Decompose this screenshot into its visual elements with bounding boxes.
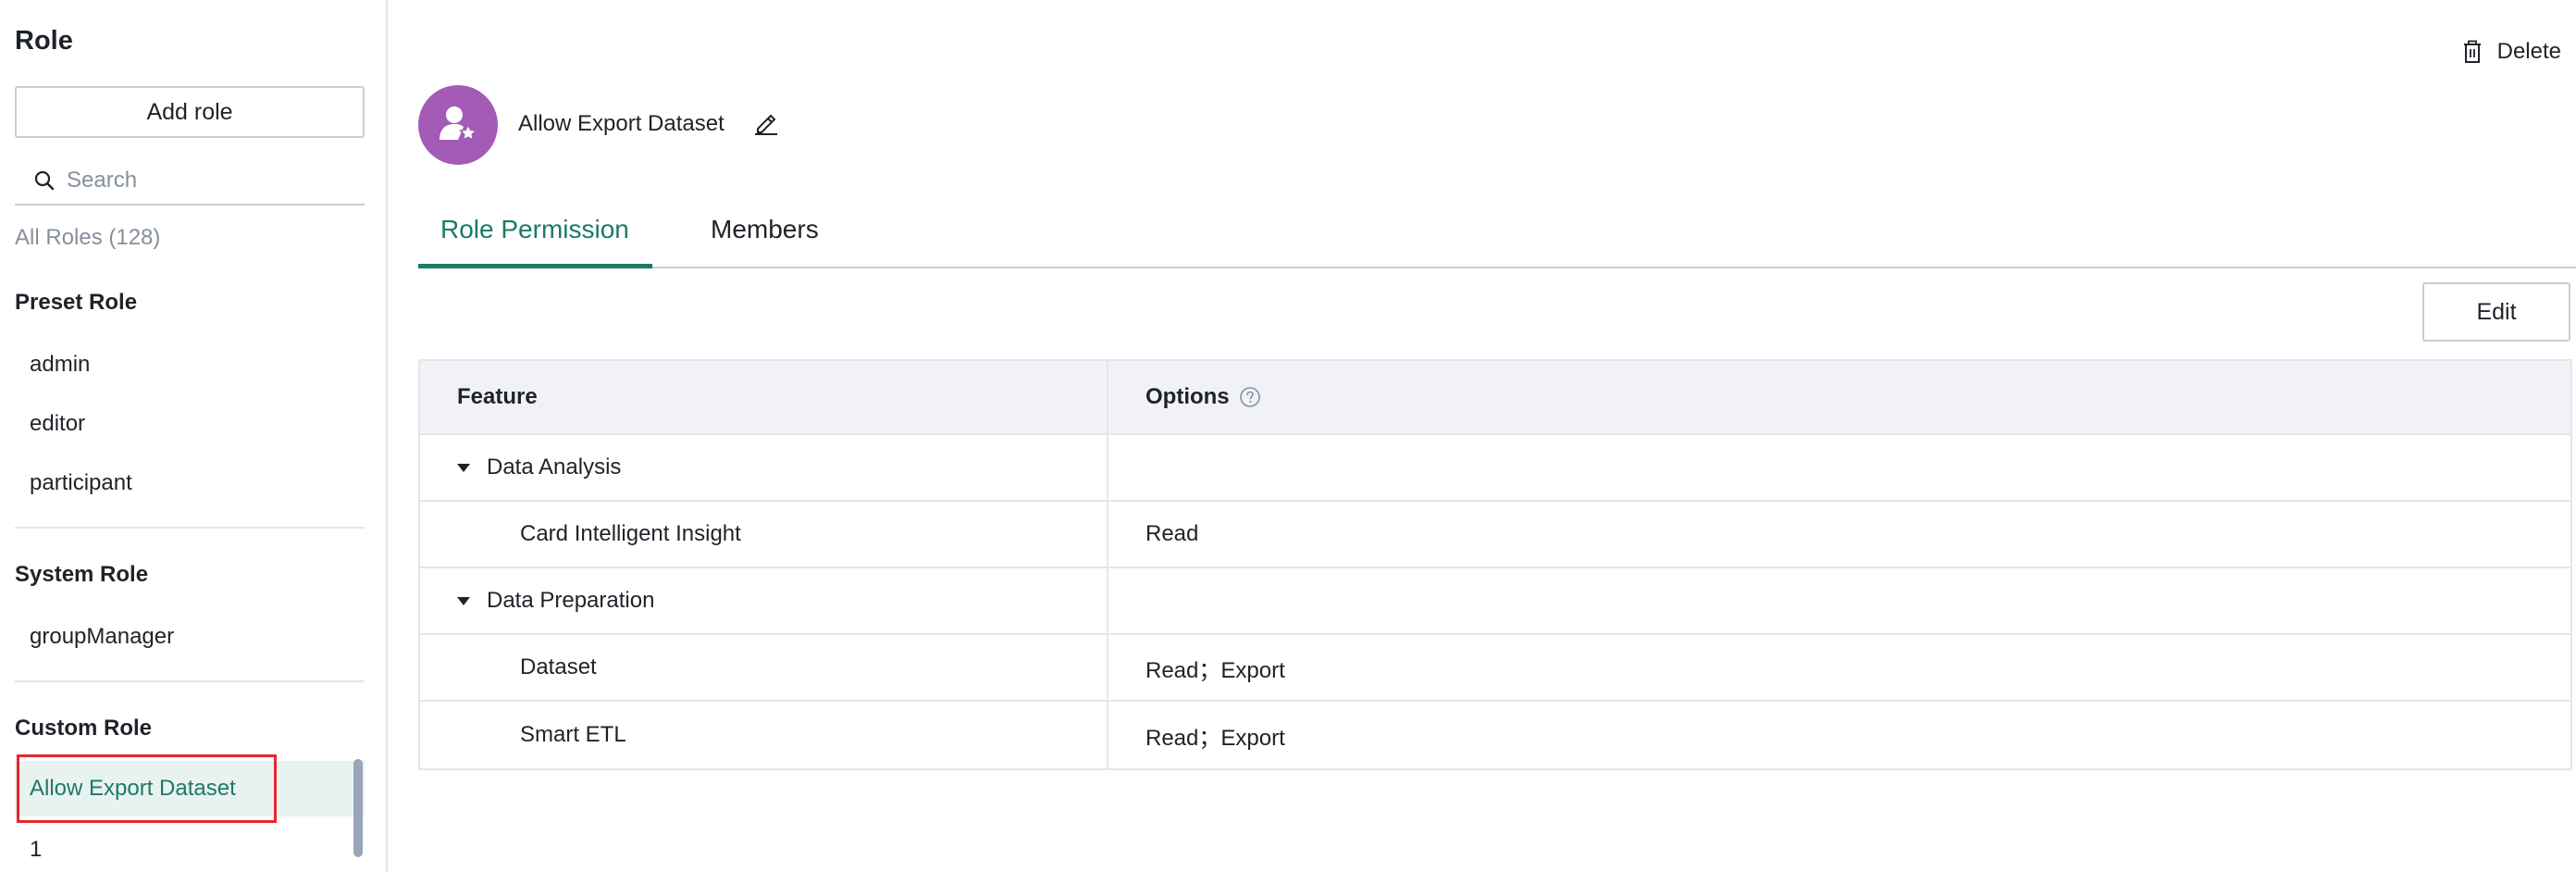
role-item-editor[interactable]: editor <box>15 396 365 452</box>
system-role-heading: System Role <box>15 562 149 587</box>
feature-cell: Data Preparation <box>420 568 1108 633</box>
feature-cell: Dataset <box>420 635 1108 700</box>
role-item-participant[interactable]: participant <box>15 455 365 511</box>
preset-role-heading: Preset Role <box>15 290 138 315</box>
tab-role-permission[interactable]: Role Permission <box>440 215 629 244</box>
table-row[interactable]: Smart ETL Read；Export <box>420 702 2570 768</box>
feature-cell: Card Intelligent Insight <box>420 502 1108 567</box>
role-item-1[interactable]: 1 <box>15 822 365 872</box>
options-cell: Read；Export <box>1146 725 1285 751</box>
trash-icon <box>2462 40 2483 64</box>
table-row[interactable]: Data Preparation <box>420 568 2570 635</box>
delete-button[interactable]: Delete <box>2462 39 2561 65</box>
column-header-options-label: Options <box>1146 384 1230 409</box>
tab-members[interactable]: Members <box>711 215 819 244</box>
options-cell: Read <box>1146 521 1199 546</box>
feature-cell: Smart ETL <box>420 702 1108 768</box>
search-icon <box>33 168 57 193</box>
table-row[interactable]: Data Analysis <box>420 435 2570 502</box>
role-name: Allow Export Dataset <box>518 111 724 136</box>
help-circle-icon[interactable] <box>1239 386 1261 408</box>
sidebar-title: Role <box>15 26 73 56</box>
add-role-button[interactable]: Add role <box>15 86 365 138</box>
sidebar-scrollbar[interactable] <box>353 759 363 857</box>
role-item-groupmanager[interactable]: groupManager <box>15 609 365 665</box>
all-roles-link[interactable]: All Roles (128) <box>15 225 160 251</box>
avatar <box>418 85 498 165</box>
feature-group-label: Data Analysis <box>487 455 622 480</box>
column-header-options: Options <box>1108 361 2570 433</box>
delete-label: Delete <box>2496 39 2561 64</box>
search-placeholder: Search <box>67 168 138 193</box>
user-star-icon <box>438 103 478 148</box>
tab-bar: Role Permission Members <box>418 194 2576 268</box>
table-row[interactable]: Dataset Read；Export <box>420 635 2570 702</box>
custom-role-heading: Custom Role <box>15 716 153 741</box>
feature-cell: Data Analysis <box>420 435 1108 500</box>
pencil-icon[interactable] <box>752 108 780 136</box>
role-item-admin[interactable]: admin <box>15 337 365 392</box>
caret-down-icon[interactable] <box>457 463 470 472</box>
active-tab-indicator <box>418 264 652 268</box>
edit-button[interactable]: Edit <box>2422 282 2570 342</box>
options-cell <box>1108 435 2570 500</box>
options-cell <box>1108 568 2570 633</box>
divider <box>15 527 365 529</box>
feature-group-label: Data Preparation <box>487 588 655 613</box>
divider <box>15 680 365 682</box>
table-row[interactable]: Card Intelligent Insight Read <box>420 502 2570 568</box>
permission-table: Feature Options Data Analysis Card Intel… <box>418 359 2572 770</box>
selection-highlight <box>17 754 277 823</box>
search-field[interactable]: Search <box>15 157 365 206</box>
options-cell: Read；Export <box>1146 657 1285 683</box>
table-header: Feature Options <box>420 361 2570 435</box>
main-panel: Delete Allow Export Dataset Role Permiss… <box>389 0 2576 872</box>
column-header-feature: Feature <box>420 361 1108 433</box>
caret-down-icon[interactable] <box>457 596 470 605</box>
sidebar: Role Add role Search All Roles (128) Pre… <box>0 0 388 872</box>
